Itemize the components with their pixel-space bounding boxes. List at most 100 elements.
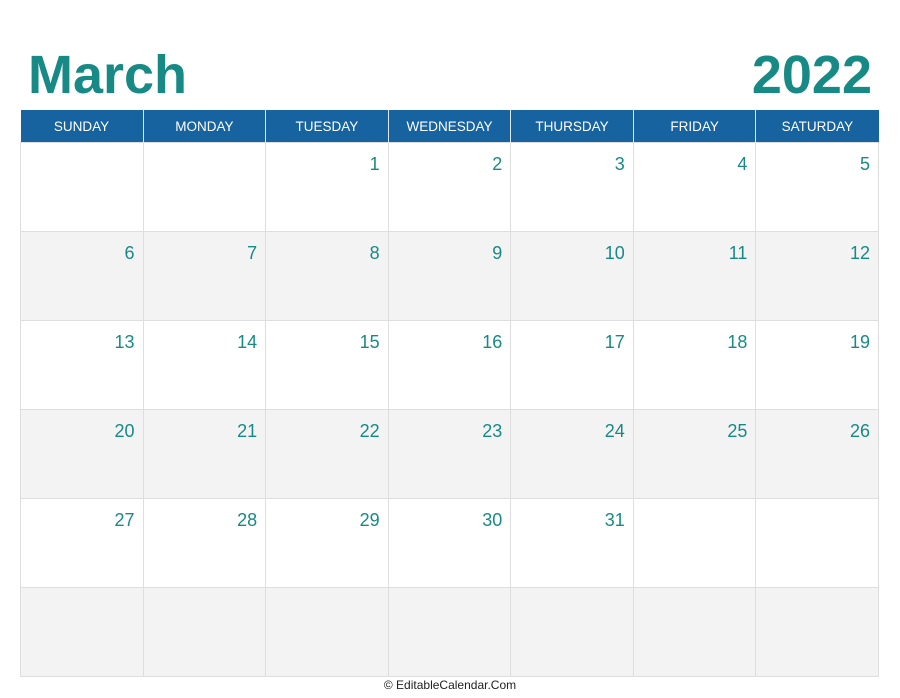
footer-credit: © EditableCalendar.Com <box>383 678 517 692</box>
day-cell[interactable]: 12 <box>755 231 879 321</box>
day-number <box>756 588 878 600</box>
day-cell[interactable]: 1 <box>265 142 389 232</box>
day-cell[interactable]: 27 <box>20 498 144 588</box>
day-number: 28 <box>237 510 258 530</box>
day-number: 7 <box>247 243 258 263</box>
day-cell[interactable] <box>20 587 144 677</box>
day-cell[interactable]: 29 <box>265 498 389 588</box>
day-number: 11 <box>728 243 748 263</box>
day-number <box>756 499 878 511</box>
day-cell[interactable]: 28 <box>142 498 267 588</box>
day-cell[interactable]: 4 <box>632 142 757 232</box>
day-cell[interactable]: 9 <box>387 231 512 321</box>
day-number <box>21 143 143 155</box>
day-cell[interactable]: 20 <box>20 409 144 499</box>
day-number: 12 <box>849 243 870 263</box>
day-cell[interactable] <box>142 587 267 677</box>
weekday-monday: MONDAY <box>142 110 266 143</box>
day-number: 23 <box>482 421 503 441</box>
day-cell[interactable]: 6 <box>20 231 144 321</box>
day-cell[interactable]: 14 <box>142 320 267 410</box>
day-number: 5 <box>859 154 870 174</box>
day-number: 21 <box>237 421 258 441</box>
weekday-tuesday: TUESDAY <box>265 110 389 143</box>
day-number: 4 <box>737 154 748 174</box>
day-cell[interactable] <box>510 587 634 677</box>
day-cell[interactable] <box>265 587 389 677</box>
day-number <box>144 588 266 600</box>
day-cell[interactable] <box>387 587 512 677</box>
weekday-sunday: SUNDAY <box>20 110 144 143</box>
day-number: 10 <box>604 243 625 263</box>
day-number <box>144 143 266 155</box>
day-number: 9 <box>492 243 503 263</box>
day-cell[interactable]: 7 <box>142 231 267 321</box>
week-row <box>20 587 879 677</box>
weekday-header-row: SUNDAY MONDAY TUESDAY WEDNESDAY THURSDAY… <box>20 110 879 143</box>
weekday-thursday: THURSDAY <box>510 110 634 143</box>
day-cell[interactable]: 26 <box>755 409 879 499</box>
day-number: 14 <box>237 332 258 352</box>
week-row: 1 2 3 4 5 <box>20 142 879 232</box>
day-cell[interactable] <box>755 587 879 677</box>
day-cell[interactable]: 19 <box>755 320 879 410</box>
day-cell[interactable]: 15 <box>265 320 389 410</box>
day-number <box>634 499 756 511</box>
calendar-grid: SUNDAY MONDAY TUESDAY WEDNESDAY THURSDAY… <box>20 110 879 677</box>
day-cell[interactable]: 30 <box>387 498 512 588</box>
day-cell[interactable]: 22 <box>265 409 389 499</box>
day-number: 27 <box>114 510 135 530</box>
day-number <box>21 588 143 600</box>
day-number: 6 <box>124 243 135 263</box>
day-number: 13 <box>114 332 135 352</box>
weekday-friday: FRIDAY <box>632 110 756 143</box>
day-cell[interactable] <box>142 142 267 232</box>
week-row: 6 7 8 9 10 11 12 <box>20 231 879 321</box>
day-cell[interactable]: 16 <box>387 320 512 410</box>
day-number: 25 <box>727 421 748 441</box>
day-number: 8 <box>369 243 380 263</box>
day-number <box>511 588 633 600</box>
day-number: 1 <box>369 154 380 174</box>
day-cell[interactable]: 13 <box>20 320 144 410</box>
day-number: 31 <box>604 510 625 530</box>
day-cell[interactable]: 11 <box>632 231 757 321</box>
week-row: 13 14 15 16 17 18 19 <box>20 320 879 410</box>
day-cell[interactable] <box>755 498 879 588</box>
day-number: 3 <box>614 154 625 174</box>
day-cell[interactable] <box>632 498 757 588</box>
day-cell[interactable]: 18 <box>632 320 757 410</box>
day-number: 16 <box>482 332 503 352</box>
weekday-saturday: SATURDAY <box>755 110 879 143</box>
day-cell[interactable] <box>632 587 757 677</box>
day-cell[interactable]: 17 <box>510 320 634 410</box>
year-title: 2022 <box>751 45 872 105</box>
month-title: March <box>28 45 188 105</box>
day-cell[interactable]: 8 <box>265 231 389 321</box>
week-row: 27 28 29 30 31 <box>20 498 879 588</box>
day-number: 15 <box>359 332 380 352</box>
day-number <box>634 588 756 600</box>
day-number <box>389 588 511 600</box>
day-cell[interactable]: 5 <box>755 142 879 232</box>
day-cell[interactable]: 10 <box>510 231 634 321</box>
day-number: 26 <box>849 421 870 441</box>
day-number: 18 <box>727 332 748 352</box>
day-cell[interactable]: 3 <box>510 142 634 232</box>
week-row: 20 21 22 23 24 25 26 <box>20 409 879 499</box>
day-cell[interactable] <box>20 142 144 232</box>
day-number: 22 <box>359 421 380 441</box>
day-cell[interactable]: 24 <box>510 409 634 499</box>
day-number: 2 <box>492 154 503 174</box>
day-cell[interactable]: 31 <box>510 498 634 588</box>
day-number: 24 <box>604 421 625 441</box>
day-cell[interactable]: 25 <box>632 409 757 499</box>
day-cell[interactable]: 23 <box>387 409 512 499</box>
day-number: 29 <box>359 510 380 530</box>
day-cell[interactable]: 2 <box>387 142 512 232</box>
day-number: 19 <box>849 332 870 352</box>
day-number: 20 <box>114 421 135 441</box>
day-cell[interactable]: 21 <box>142 409 267 499</box>
day-number: 17 <box>604 332 625 352</box>
day-number: 30 <box>482 510 503 530</box>
